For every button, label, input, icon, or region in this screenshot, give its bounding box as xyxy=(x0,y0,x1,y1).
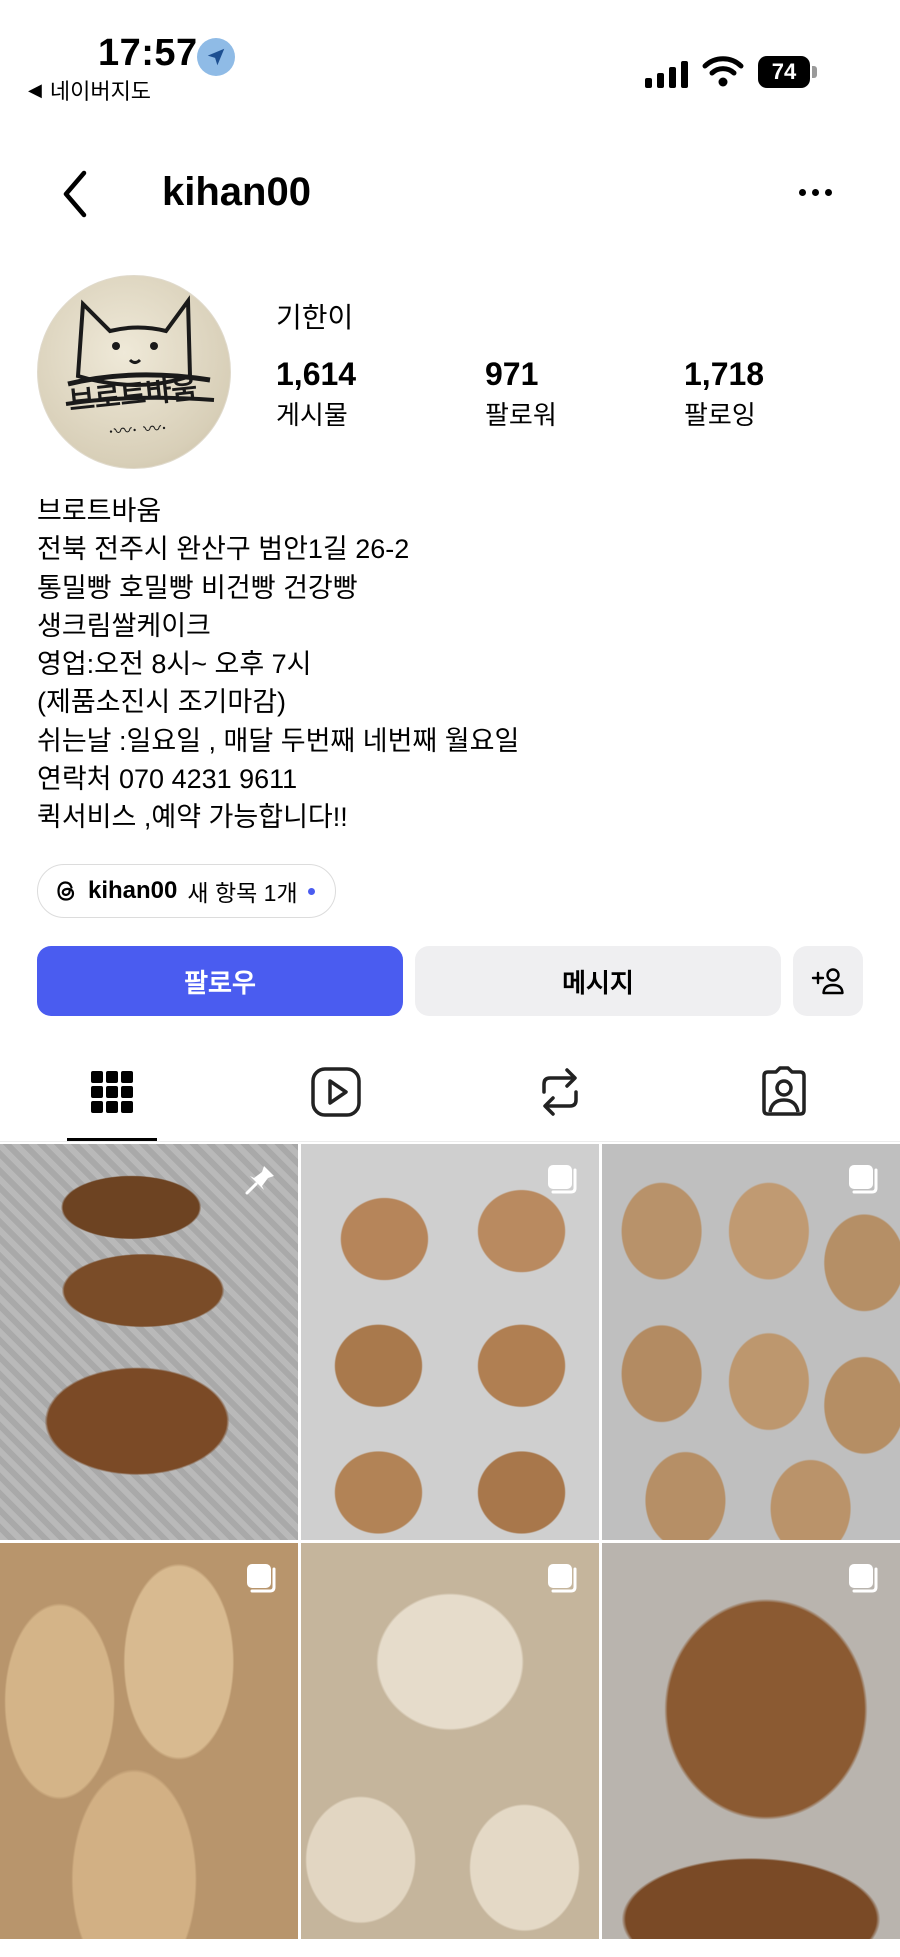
more-dot-icon xyxy=(811,188,819,196)
post-thumbnail[interactable] xyxy=(301,1543,599,1939)
carousel-icon xyxy=(849,1165,878,1194)
chevron-left-icon xyxy=(63,170,87,218)
stat-followers[interactable]: 971 팔로워 xyxy=(485,356,557,432)
follow-button[interactable]: 팔로우 xyxy=(37,946,403,1016)
message-button[interactable]: 메시지 xyxy=(415,946,781,1016)
avatar[interactable]: 브로트바움 ·〰· 〰· xyxy=(37,275,231,469)
pin-icon xyxy=(245,1166,274,1195)
posts-grid xyxy=(0,1144,900,1939)
display-name: 기한이 xyxy=(276,302,354,333)
more-options-button[interactable] xyxy=(790,172,840,212)
grid-icon xyxy=(91,1071,133,1113)
stat-posts[interactable]: 1,614 게시물 xyxy=(276,356,356,432)
carousel-icon xyxy=(849,1564,878,1593)
bio-line: 영업:오전 8시~ 오후 7시 xyxy=(37,649,312,680)
bio-line: 통밀빵 호밀빵 비건빵 건강빵 xyxy=(37,572,358,603)
stat-posts-count: 1,614 xyxy=(276,356,357,392)
threads-username: kihan00 xyxy=(88,877,178,904)
stat-following[interactable]: 1,718 팔로잉 xyxy=(684,356,764,432)
back-to-app-link[interactable]: ◀ 네이버지도 xyxy=(28,74,151,106)
profile-bio: 브로트바움 전북 전주시 완산구 범안1길 26-2 통밀빵 호밀빵 비건빵 건… xyxy=(37,492,519,837)
tab-reels[interactable] xyxy=(280,1066,392,1118)
bio-line: 쉬는날 :일요일 , 매달 두번째 네번째 월요일 xyxy=(37,725,520,756)
carousel-icon xyxy=(548,1564,577,1593)
add-user-button[interactable] xyxy=(793,946,863,1016)
unread-dot xyxy=(307,887,315,895)
reposts-icon xyxy=(542,1068,578,1116)
battery-cap xyxy=(812,66,817,78)
location-arrow-icon xyxy=(197,38,235,76)
more-dot-icon xyxy=(798,188,806,196)
svg-text:·〰· 〰·: ·〰· 〰· xyxy=(108,418,168,443)
bio-line: 전북 전주시 완산구 범안1길 26-2 xyxy=(37,534,410,565)
tab-reposts[interactable] xyxy=(504,1066,616,1118)
tabs-divider xyxy=(0,1141,900,1142)
threads-icon xyxy=(57,881,75,901)
stat-posts-label: 게시물 xyxy=(276,400,348,430)
bio-line: 브로트바움 xyxy=(37,496,162,526)
tab-tagged[interactable] xyxy=(728,1066,840,1118)
post-thumbnail[interactable] xyxy=(602,1144,900,1540)
post-thumbnail[interactable] xyxy=(301,1144,599,1540)
cat-logo-icon: 브로트바움 ·〰· 〰· xyxy=(65,295,215,443)
stat-followers-label: 팔로워 xyxy=(485,400,557,430)
back-button[interactable] xyxy=(60,168,100,220)
bio-line: 생크림쌀케이크 xyxy=(37,610,211,641)
profile-username: kihan00 xyxy=(162,170,311,214)
stat-following-label: 팔로잉 xyxy=(684,400,756,430)
carousel-icon xyxy=(247,1564,276,1593)
stat-following-count: 1,718 xyxy=(684,356,765,392)
reels-icon xyxy=(311,1067,361,1117)
stat-followers-count: 971 xyxy=(485,356,539,392)
battery-level: 74 xyxy=(771,59,797,84)
threads-chip[interactable]: kihan00 새 항목 1개 xyxy=(37,864,336,918)
bio-line: (제품소진시 조기마감) xyxy=(37,687,287,718)
tagged-icon xyxy=(762,1066,806,1116)
threads-new-items: 새 항목 1개 xyxy=(187,880,298,906)
bio-line: 연락처 070 4231 9611 xyxy=(37,764,298,795)
more-dot-icon xyxy=(824,188,832,196)
back-triangle-icon: ◀ xyxy=(28,79,42,100)
back-app-label: 네이버지도 xyxy=(49,79,152,104)
battery-icon: 74 xyxy=(758,56,810,88)
tab-posts-grid[interactable] xyxy=(56,1066,168,1118)
wifi-icon xyxy=(702,54,744,93)
cellular-signal-icon xyxy=(645,58,688,88)
status-time: 17:57 xyxy=(98,32,198,74)
post-thumbnail[interactable] xyxy=(0,1543,298,1939)
bio-line: 퀵서비스 ,예약 가능합니다!! xyxy=(37,802,348,833)
post-thumbnail[interactable] xyxy=(0,1144,298,1540)
add-user-icon xyxy=(811,968,844,995)
carousel-icon xyxy=(548,1165,577,1194)
post-thumbnail[interactable] xyxy=(602,1543,900,1939)
